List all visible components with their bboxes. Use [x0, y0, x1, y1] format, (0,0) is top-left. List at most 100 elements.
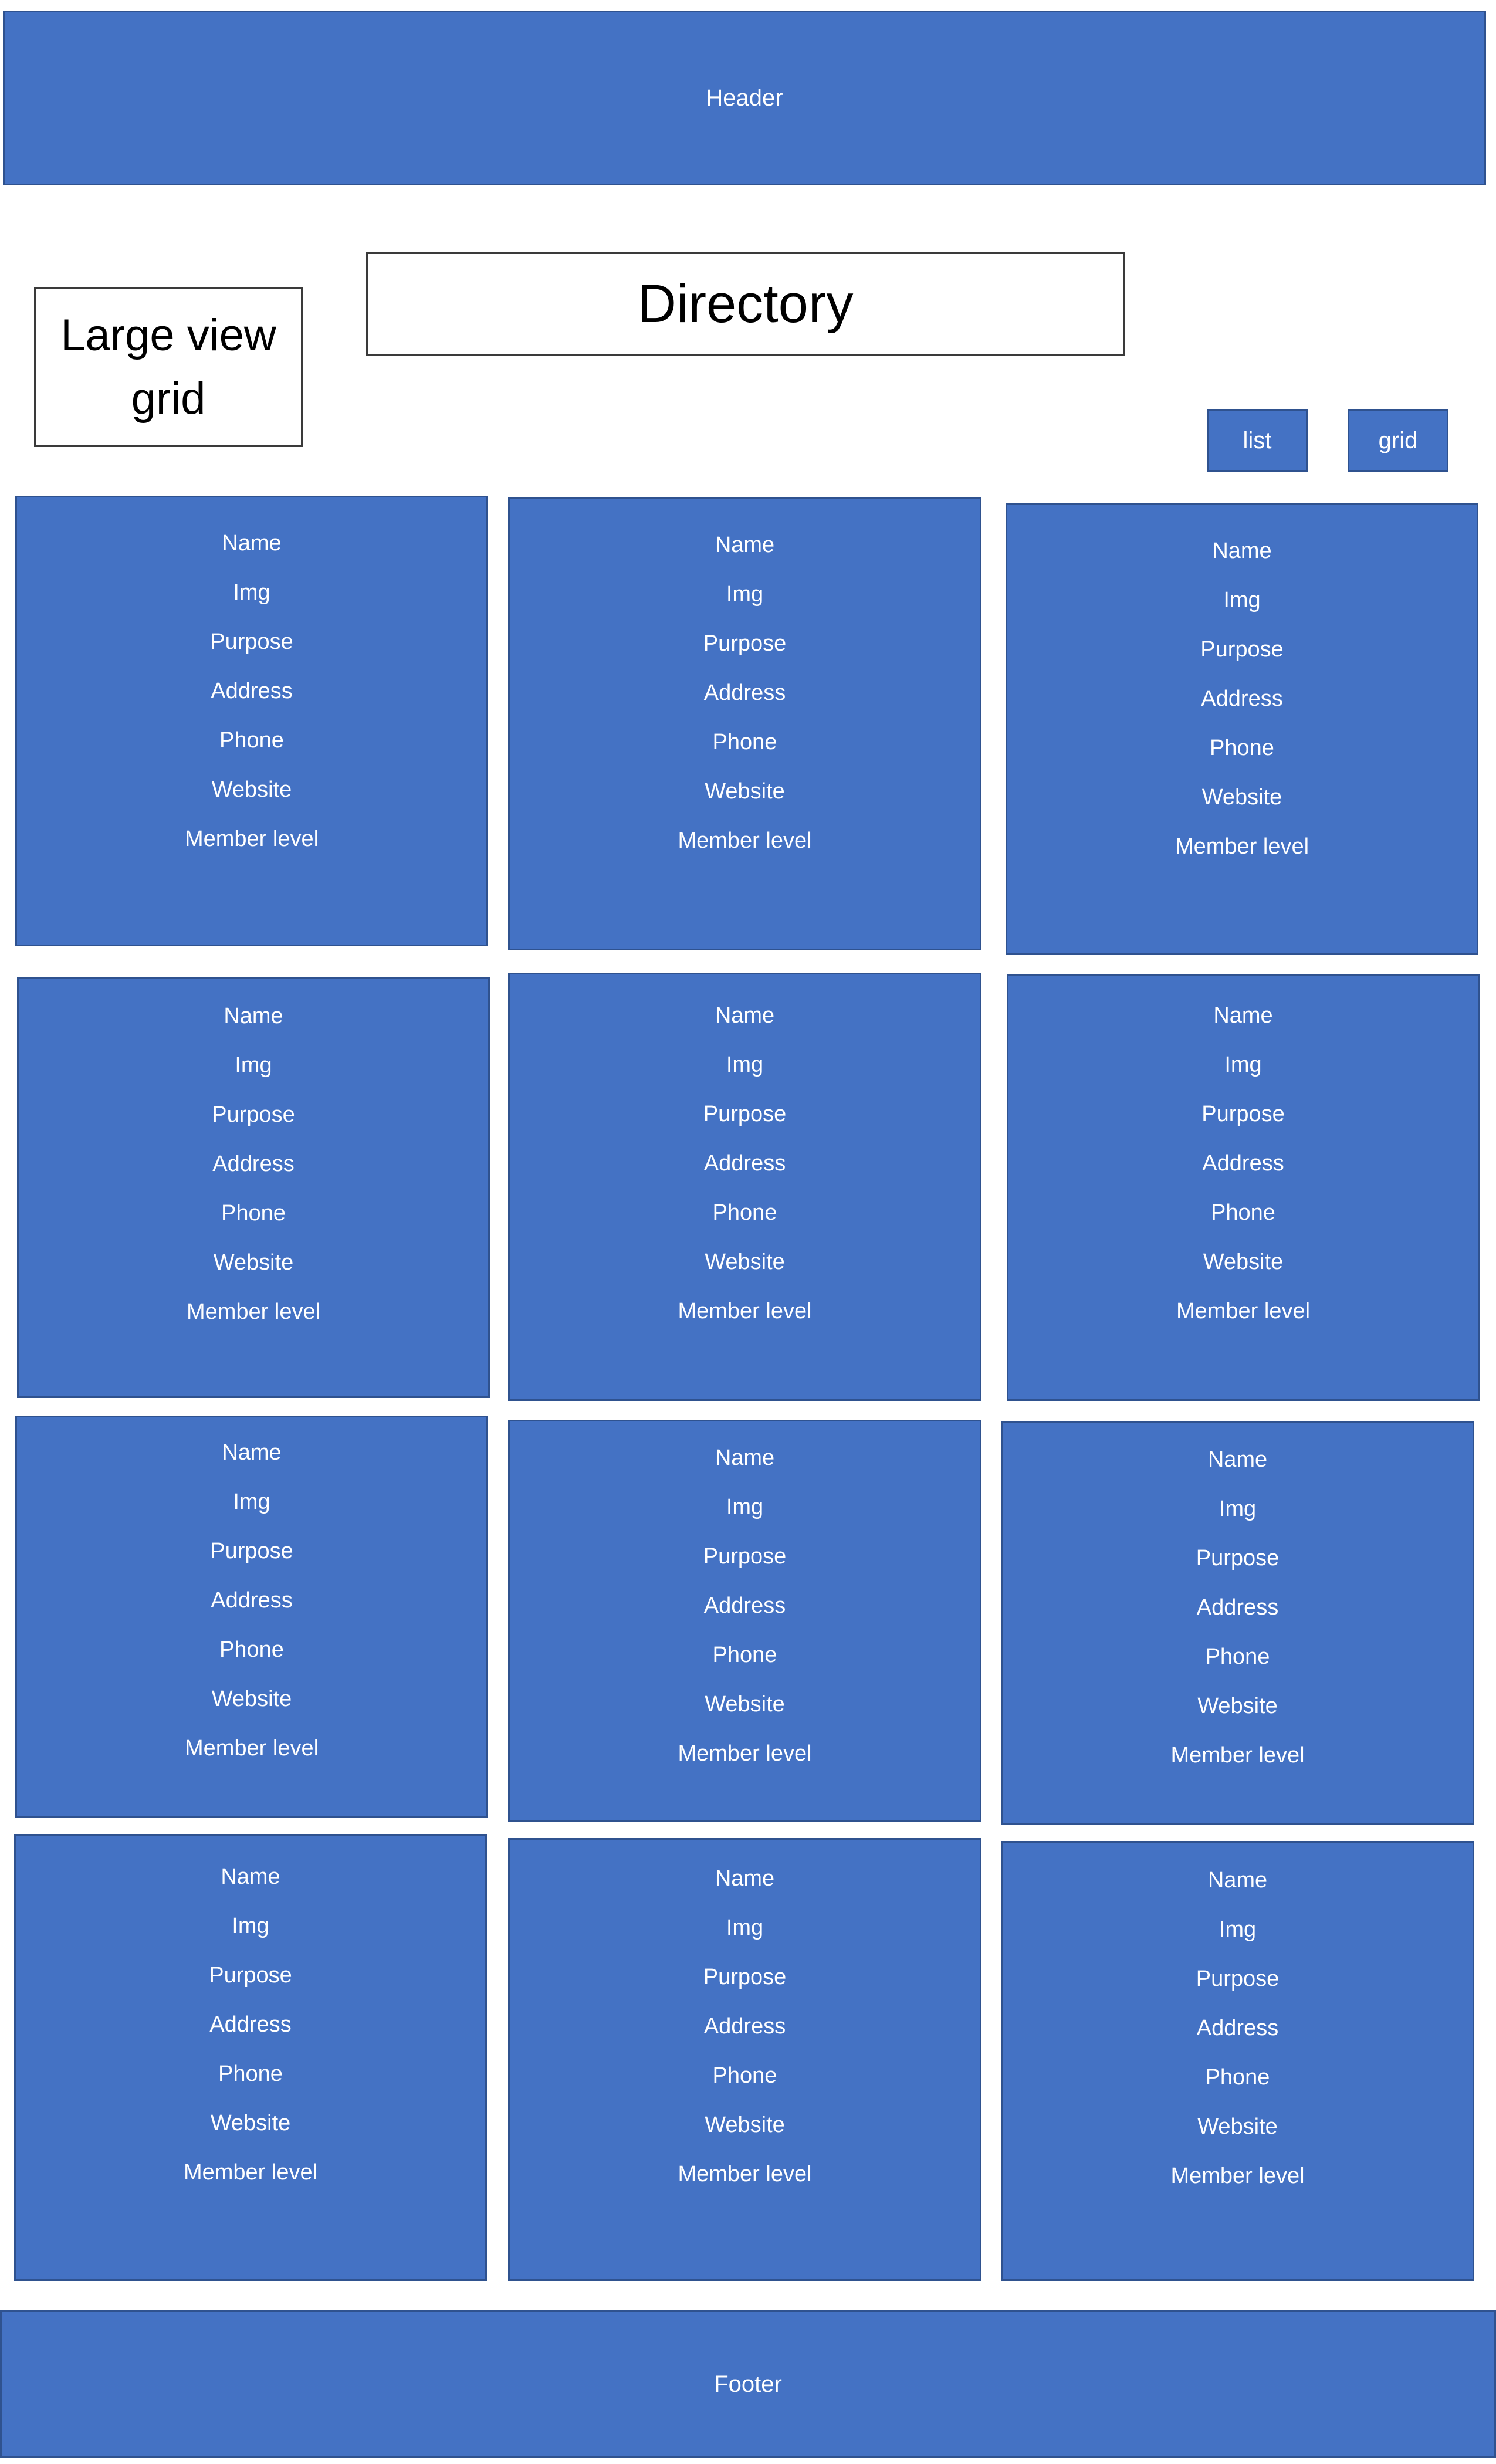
card-img: Img: [235, 1053, 272, 1078]
card-website: Website: [210, 2111, 291, 2135]
card-name: Name: [1212, 539, 1272, 563]
card-website: Website: [1201, 785, 1282, 810]
card-phone: Phone: [712, 1200, 777, 1225]
card-website: Website: [211, 1687, 292, 1711]
card-address: Address: [703, 1151, 786, 1176]
card-img: Img: [726, 582, 764, 607]
card-address: Address: [212, 1152, 295, 1176]
card-address: Address: [703, 1593, 786, 1618]
footer-label: Footer: [714, 2371, 782, 2397]
directory-card[interactable]: Name Img Purpose Address Phone Website M…: [508, 1838, 981, 2281]
card-name: Name: [715, 1446, 775, 1470]
card-website: Website: [705, 779, 785, 804]
directory-card[interactable]: Name Img Purpose Address Phone Website M…: [508, 497, 981, 950]
directory-card[interactable]: Name Img Purpose Address Phone Website M…: [1001, 1841, 1474, 2281]
card-member-level: Member level: [1176, 1299, 1311, 1324]
directory-card[interactable]: Name Img Purpose Address Phone Website M…: [1001, 1421, 1474, 1825]
card-img: Img: [1224, 1052, 1262, 1077]
card-member-level: Member level: [678, 828, 812, 853]
card-name: Name: [715, 1866, 775, 1891]
card-address: Address: [1196, 1595, 1279, 1620]
list-view-button[interactable]: list: [1207, 409, 1308, 472]
card-phone: Phone: [712, 1643, 777, 1667]
card-member-level: Member level: [678, 1741, 812, 1766]
card-member-level: Member level: [184, 827, 319, 851]
card-purpose: Purpose: [703, 1965, 787, 1989]
card-img: Img: [232, 1914, 269, 1938]
card-img: Img: [233, 1490, 270, 1514]
footer: Footer: [0, 2310, 1496, 2458]
directory-card[interactable]: Name Img Purpose Address Phone Website M…: [15, 1416, 488, 1818]
card-purpose: Purpose: [1196, 1967, 1280, 1991]
card-name: Name: [222, 1440, 282, 1465]
card-phone: Phone: [1205, 1644, 1270, 1669]
card-address: Address: [703, 681, 786, 705]
view-label-box: Large view grid: [34, 287, 303, 447]
card-img: Img: [726, 1495, 764, 1519]
card-member-level: Member level: [1175, 834, 1309, 859]
card-phone: Phone: [1205, 2065, 1270, 2090]
card-purpose: Purpose: [1200, 637, 1284, 662]
grid-view-button[interactable]: grid: [1348, 409, 1448, 472]
card-website: Website: [213, 1250, 294, 1275]
card-name: Name: [715, 533, 775, 557]
card-website: Website: [1203, 1250, 1284, 1274]
card-img: Img: [726, 1915, 764, 1940]
card-phone: Phone: [219, 1637, 284, 1662]
card-address: Address: [1202, 1151, 1284, 1176]
card-address: Address: [211, 679, 293, 703]
card-address: Address: [209, 2012, 292, 2037]
card-purpose: Purpose: [1196, 1546, 1280, 1571]
card-name: Name: [224, 1004, 283, 1028]
card-phone: Phone: [712, 2063, 777, 2088]
card-name: Name: [1213, 1003, 1273, 1028]
directory-card[interactable]: Name Img Purpose Address Phone Website M…: [14, 1834, 487, 2281]
grid-view-button-label: grid: [1378, 427, 1418, 453]
header-label: Header: [706, 84, 783, 111]
card-member-level: Member level: [678, 2162, 812, 2187]
header: Header: [3, 11, 1486, 185]
directory-card[interactable]: Name Img Purpose Address Phone Website M…: [1006, 503, 1478, 955]
card-member-level: Member level: [183, 2160, 318, 2185]
card-name: Name: [221, 1864, 280, 1889]
card-member-level: Member level: [186, 1299, 321, 1324]
card-purpose: Purpose: [209, 1963, 292, 1988]
card-purpose: Purpose: [1201, 1102, 1285, 1126]
directory-card[interactable]: Name Img Purpose Address Phone Website M…: [17, 977, 490, 1398]
card-purpose: Purpose: [703, 1102, 787, 1126]
card-member-level: Member level: [1170, 1743, 1305, 1768]
card-website: Website: [705, 2113, 785, 2137]
page: Header Large view grid Directory list gr…: [0, 0, 1496, 2464]
card-website: Website: [705, 1692, 785, 1717]
card-name: Name: [1207, 1447, 1268, 1472]
card-img: Img: [1219, 1917, 1257, 1942]
card-phone: Phone: [218, 2062, 283, 2086]
list-view-button-label: list: [1243, 427, 1272, 453]
directory-card[interactable]: Name Img Purpose Address Phone Website M…: [508, 1420, 981, 1822]
card-phone: Phone: [219, 728, 284, 753]
page-title-text: Directory: [637, 273, 854, 334]
card-address: Address: [1196, 2016, 1279, 2040]
card-member-level: Member level: [678, 1299, 812, 1324]
view-label-text: Large view grid: [60, 310, 276, 424]
card-purpose: Purpose: [210, 629, 293, 654]
card-img: Img: [1219, 1497, 1257, 1521]
directory-card[interactable]: Name Img Purpose Address Phone Website M…: [15, 496, 488, 946]
card-phone: Phone: [1210, 736, 1274, 760]
card-name: Name: [222, 531, 282, 556]
card-website: Website: [705, 1250, 785, 1274]
card-phone: Phone: [221, 1201, 286, 1226]
card-purpose: Purpose: [210, 1539, 293, 1563]
card-name: Name: [715, 1003, 775, 1028]
card-member-level: Member level: [1170, 2164, 1305, 2188]
card-website: Website: [1197, 2114, 1278, 2139]
card-name: Name: [1207, 1868, 1268, 1893]
directory-card[interactable]: Name Img Purpose Address Phone Website M…: [508, 973, 981, 1401]
card-img: Img: [1223, 588, 1261, 612]
card-purpose: Purpose: [212, 1102, 295, 1127]
directory-card[interactable]: Name Img Purpose Address Phone Website M…: [1007, 974, 1480, 1401]
card-address: Address: [1201, 686, 1283, 711]
card-purpose: Purpose: [703, 631, 787, 656]
card-purpose: Purpose: [703, 1544, 787, 1569]
card-website: Website: [211, 777, 292, 802]
